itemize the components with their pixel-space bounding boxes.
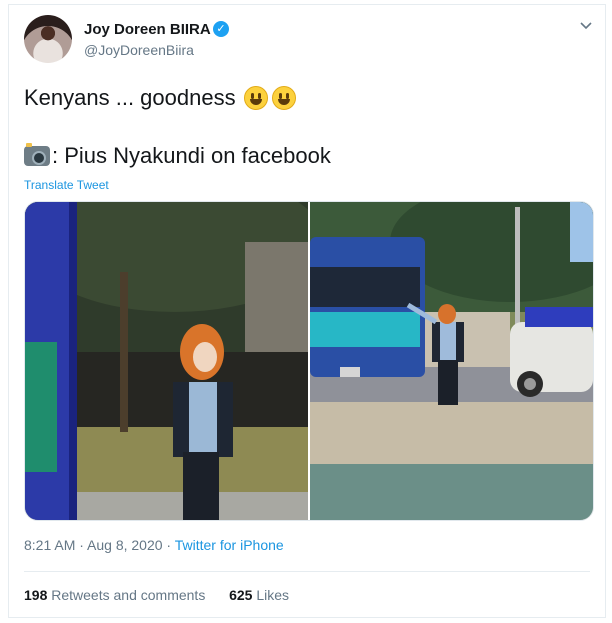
tweet-stats: 198 Retweets and comments 625 Likes [24, 587, 289, 603]
tweet-time[interactable]: 8:21 AM · Aug 8, 2020 · [24, 537, 175, 553]
verified-badge-icon: ✓ [213, 21, 229, 37]
likes-label[interactable]: Likes [256, 587, 289, 603]
tweet-media [24, 201, 594, 521]
author-handle[interactable]: @JoyDoreenBiira [84, 42, 194, 58]
tweet-photo-1[interactable] [25, 202, 308, 520]
camera-flash-emoji-icon [24, 143, 50, 166]
tweet-text-main: Kenyans ... goodness [24, 85, 236, 110]
grinning-face-emoji-icon [271, 86, 296, 110]
chevron-down-icon[interactable] [579, 19, 593, 33]
tweet-text-line-1: Kenyans ... goodness [24, 85, 296, 111]
likes-count[interactable]: 625 [229, 587, 252, 603]
author-avatar[interactable] [24, 15, 72, 63]
retweets-label[interactable]: Retweets and comments [51, 587, 205, 603]
translate-tweet-link[interactable]: Translate Tweet [24, 178, 109, 192]
tweet-timestamp: 8:21 AM · Aug 8, 2020 · Twitter for iPho… [24, 537, 284, 553]
tweet-source-link[interactable]: Twitter for iPhone [175, 537, 284, 553]
tweet-photo-2[interactable] [310, 202, 593, 520]
tweet-card: Joy Doreen BIIRA ✓ @JoyDoreenBiira Kenya… [8, 4, 606, 618]
tweet-text-credit: : Pius Nyakundi on facebook [52, 143, 331, 168]
retweets-count[interactable]: 198 [24, 587, 47, 603]
grinning-face-emoji-icon [243, 86, 268, 110]
author-display-name[interactable]: Joy Doreen BIIRA [84, 21, 211, 38]
divider [24, 571, 590, 572]
tweet-text-line-2: : Pius Nyakundi on facebook [24, 143, 331, 169]
